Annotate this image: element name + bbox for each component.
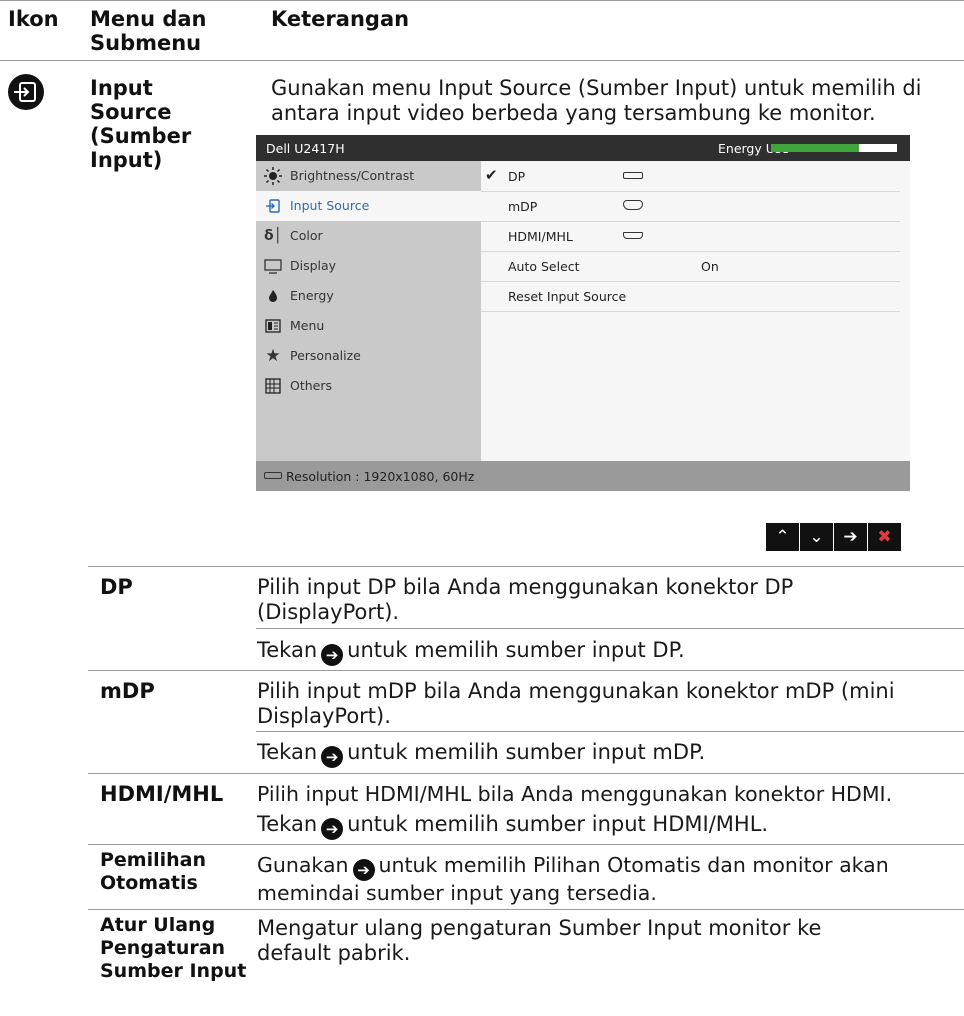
hdmi-port-icon xyxy=(623,232,643,239)
color-icon: δ│ xyxy=(264,228,283,244)
option-label: HDMI/MHL xyxy=(508,229,573,244)
option-label: DP xyxy=(508,169,526,184)
osd-options-panel: ✔ DP mDP HDMI/MHL Auto Select On Reset I… xyxy=(481,161,910,461)
row-desc-dp: Pilih input DP bila Anda menggunakan kon… xyxy=(257,575,794,624)
option-reset-input-source[interactable]: Reset Input Source xyxy=(481,281,900,312)
row-desc-auto: Gunakan ➔ untuk memilih Pilihan Otomatis d… xyxy=(257,853,957,906)
menu-item-brightness[interactable]: Brightness/Contrast xyxy=(256,161,481,191)
option-label: Reset Input Source xyxy=(508,289,627,304)
press-text: untuk memilih sumber input HDMI/MHL. xyxy=(347,812,769,836)
option-dp[interactable]: ✔ DP xyxy=(481,161,900,192)
menu-label: Others xyxy=(290,378,333,393)
menu-label: Menu xyxy=(290,318,325,333)
press-text: Tekan xyxy=(257,638,318,662)
menu-item-display[interactable]: Display xyxy=(256,251,481,281)
menu-item-menu[interactable]: Menu xyxy=(256,311,481,341)
display-icon xyxy=(264,257,282,275)
row-title-dp: DP xyxy=(100,575,133,599)
menu-icon xyxy=(264,317,282,335)
row-desc-hdmi: Pilih input HDMI/MHL bila Anda menggunak… xyxy=(257,782,893,806)
star-icon: ★ xyxy=(265,346,281,366)
energy-icon xyxy=(264,287,282,305)
osd-menu-list: Brightness/Contrast Input Source δ│ Colo… xyxy=(256,161,481,461)
menu-item-personalize[interactable]: ★ Personalize xyxy=(256,341,481,371)
close-icon: ✖ xyxy=(877,527,892,547)
enter-icon: ➔ xyxy=(321,644,344,666)
press-text: Tekan xyxy=(257,740,318,764)
header-icon: Ikon xyxy=(8,7,59,31)
press-text: Gunakan xyxy=(257,853,349,877)
right-arrow-icon: ➔ xyxy=(843,527,858,547)
energy-meter xyxy=(771,144,897,152)
row-press-hdmi: Tekan ➔ untuk memilih sumber input HDMI/MH… xyxy=(257,812,947,840)
option-label: mDP xyxy=(508,199,538,214)
press-text: untuk memilih sumber input mDP. xyxy=(347,740,706,764)
menu-item-energy[interactable]: Energy xyxy=(256,281,481,311)
row-title-reset: Atur Ulang Pengaturan Sumber Input xyxy=(100,914,247,982)
menu-label: Personalize xyxy=(290,348,361,363)
exit-button[interactable]: ✖ xyxy=(868,523,901,551)
option-mdp[interactable]: mDP xyxy=(481,191,900,222)
down-icon: ⌄ xyxy=(809,527,824,547)
resolution-text: Resolution : 1920x1080, 60Hz xyxy=(286,469,475,484)
option-value: On xyxy=(701,259,719,274)
menu-item-input-source[interactable]: Input Source xyxy=(256,191,481,221)
osd-model: Dell U2417H xyxy=(266,141,345,156)
row-press-mdp: Tekan ➔ untuk memilih sumber input mDP. xyxy=(257,740,947,768)
energy-meter-fill xyxy=(771,144,860,152)
header-menu: Menu dan Submenu xyxy=(90,7,207,55)
menu-label: Color xyxy=(290,228,323,243)
checkmark-icon: ✔ xyxy=(485,166,498,184)
menu-item-others[interactable]: Others xyxy=(256,371,481,401)
press-text: Tekan xyxy=(257,812,318,836)
menu-label: Input Source xyxy=(290,198,370,213)
row-desc-mdp: Pilih input mDP bila Anda menggunakan ko… xyxy=(257,679,895,728)
dp-port-icon xyxy=(623,172,643,179)
up-icon: ⌃ xyxy=(775,527,790,547)
press-text: untuk memilih Pilihan Otomatis dan monit… xyxy=(257,853,889,905)
up-button[interactable]: ⌃ xyxy=(766,523,799,551)
row-title-auto: Pemilihan Otomatis xyxy=(100,849,207,894)
enter-icon: ➔ xyxy=(352,859,375,881)
option-auto-select[interactable]: Auto Select On xyxy=(481,251,900,282)
input-source-icon xyxy=(264,197,282,215)
menu-item-color[interactable]: δ│ Color xyxy=(256,221,481,251)
press-text: untuk memilih sumber input DP. xyxy=(347,638,685,662)
row-title-hdmi: HDMI/MHL xyxy=(100,782,224,806)
osd-menu: Dell U2417H Energy Use Brightness/Contra… xyxy=(256,135,910,491)
section-title: Input Source (Sumber Input) xyxy=(90,76,192,172)
osd-title-bar: Dell U2417H Energy Use xyxy=(256,135,910,161)
enter-icon: ➔ xyxy=(321,746,344,768)
dp-port-icon xyxy=(264,472,282,479)
enter-icon: ➔ xyxy=(321,818,344,840)
section-description: Gunakan menu Input Source (Sumber Input)… xyxy=(271,76,922,125)
row-press-dp: Tekan ➔ untuk memilih sumber input DP. xyxy=(257,638,947,666)
enter-button[interactable]: ➔ xyxy=(834,523,867,551)
others-icon xyxy=(264,377,282,395)
menu-label: Display xyxy=(290,258,337,273)
input-source-icon xyxy=(8,74,44,110)
option-hdmi[interactable]: HDMI/MHL xyxy=(481,221,900,252)
osd-status-bar: Resolution : 1920x1080, 60Hz xyxy=(256,461,910,491)
row-title-mdp: mDP xyxy=(100,679,155,703)
brightness-icon xyxy=(264,167,282,185)
menu-label: Brightness/Contrast xyxy=(290,168,415,183)
header-description: Keterangan xyxy=(271,7,410,31)
menu-label: Energy xyxy=(290,288,334,303)
mdp-port-icon xyxy=(623,200,643,210)
down-button[interactable]: ⌄ xyxy=(800,523,833,551)
option-label: Auto Select xyxy=(508,259,580,274)
row-desc-reset: Mengatur ulang pengaturan Sumber Input m… xyxy=(257,916,822,965)
